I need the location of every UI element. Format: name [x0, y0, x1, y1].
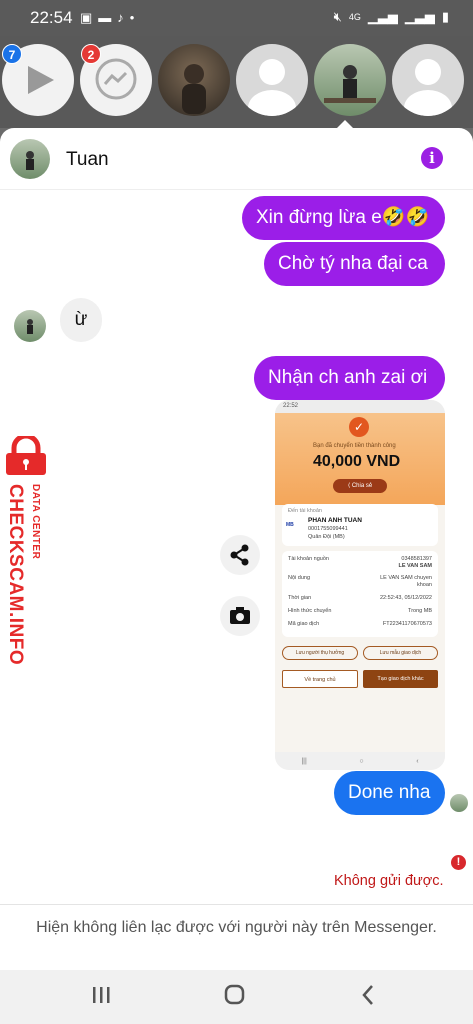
sent-message[interactable]: Chờ tý nha đại ca [264, 242, 445, 286]
chat-head-photo-contact[interactable] [158, 44, 230, 116]
received-message[interactable]: ừ [60, 298, 102, 342]
recipient-account: 0001755099441 [308, 526, 348, 532]
detail-row: Tài khoản nguồn 0348581397 [288, 556, 432, 562]
info-icon[interactable]: i [421, 147, 443, 169]
detail-row: LE VAN SAM [288, 563, 432, 569]
transfer-screenshot-image[interactable]: 22:52 ✓ Bạn đã chuyển tiền thành công 40… [275, 400, 445, 770]
system-nav-bar [0, 970, 473, 1024]
detail-value: FT22341170670573 [382, 621, 432, 627]
detail-label: Thời gian [288, 595, 312, 601]
home-button: Về trang chủ [282, 670, 358, 688]
sent-message[interactable]: Nhận ch anh zai ơi [254, 356, 445, 400]
message-icon: ▬ [98, 10, 112, 25]
chat-panel: Tuan i Xin đừng lừa e🤣🤣 Chờ tý nha đại c… [0, 128, 473, 970]
status-time: 22:54 [30, 8, 73, 27]
status-notification-icons: ▣ ▬ ♪ • [80, 10, 134, 26]
new-transaction-button: Tạo giao dịch khác [363, 670, 438, 688]
success-label: Bạn đã chuyển tiền thành công [313, 443, 396, 449]
tiktok-icon: ♪ [117, 10, 124, 25]
send-error-text[interactable]: Không gửi được. [334, 873, 444, 889]
detail-value: LE VAN SAM chuyen [380, 575, 432, 581]
mute-icon: 🔇︎ [333, 9, 342, 24]
recents-icon: ||| [301, 757, 307, 765]
camera-icon [230, 607, 250, 624]
contact-avatar-small [14, 310, 46, 342]
amount-text: 40,000 VND [313, 453, 401, 470]
recipient-name: PHAN ANH TUAN [308, 517, 362, 524]
dot-icon: • [129, 10, 135, 25]
home-icon[interactable] [224, 984, 245, 1005]
status-system-icons: 🔇︎ 4G ▁▃▅ ▁▃▅ ▮ [334, 9, 449, 25]
camera-button[interactable] [220, 596, 260, 636]
error-icon[interactable]: ! [451, 855, 466, 870]
share-icon [230, 544, 249, 566]
detail-value: 0348581397 [401, 556, 432, 562]
contact-photo-icon [182, 64, 206, 114]
watermark-secondary-text: DATA CENTER [30, 484, 41, 560]
detail-label: Tài khoản nguồn [288, 556, 329, 562]
detail-row: Hình thức chuyển Trong MB [288, 608, 432, 614]
detail-row: Mã giao dịch FT22341170670573 [288, 621, 432, 627]
save-template-button: Lưu mẫu giao dịch [363, 646, 438, 660]
detail-label: Hình thức chuyển [288, 608, 332, 614]
detail-label: Nội dung [288, 575, 311, 581]
battery-icon: ▮ [441, 9, 449, 24]
contact-photo-icon [26, 151, 34, 170]
transaction-details-card: Tài khoản nguồn 0348581397 LE VAN SAM Nội… [282, 551, 438, 637]
contact-avatar[interactable] [10, 139, 50, 179]
screenshot-share-label: Chia sẻ [351, 483, 373, 489]
contact-photo-icon [324, 65, 376, 103]
screenshot-nav-bar: ||| ○ ‹ [275, 752, 445, 770]
watermark: CHECKSCAM.INFO DATA CENTER [0, 436, 60, 666]
screenshot-success-banner: ✓ Bạn đã chuyển tiền thành công 40,000 V… [275, 413, 445, 505]
contact-photo-icon [27, 319, 33, 334]
save-recipient-button: Lưu người thụ hưởng [282, 646, 358, 660]
check-icon: ✓ [349, 417, 369, 437]
detail-row: khoan [288, 582, 432, 588]
default-avatar-icon [404, 59, 452, 116]
detail-value: 22:52:43, 05/12/2022 [380, 595, 432, 601]
chat-head-default-contact[interactable] [236, 44, 308, 116]
back-icon[interactable] [362, 985, 373, 1005]
back-icon: ‹ [416, 757, 419, 765]
to-account-label: Đến tài khoản [288, 508, 322, 514]
home-icon: ○ [359, 757, 364, 765]
screenshot-share-button: ⟨ Chia sẻ [333, 479, 387, 493]
unavailable-notice: Hiện không liên lạc được với người này t… [36, 919, 437, 936]
chat-head-active-contact[interactable] [314, 44, 386, 116]
footer-divider [0, 904, 473, 905]
read-receipt-avatar [450, 794, 468, 812]
contact-name[interactable]: Tuan [66, 149, 109, 171]
default-avatar-icon [248, 59, 296, 116]
bank-line: Quân Đội (MB) [308, 534, 345, 540]
chat-header: Tuan i [0, 128, 473, 190]
signal-icon: ▁▃▅ [367, 9, 398, 24]
screenshot-status-bar: 22:52 [275, 400, 445, 413]
unread-badge: 2 [81, 44, 101, 64]
lock-icon [6, 436, 46, 475]
detail-row: Thời gian 22:52:43, 05/12/2022 [288, 595, 432, 601]
detail-row: Nội dung LE VAN SAM chuyen [288, 575, 432, 581]
recents-icon[interactable] [93, 987, 110, 1003]
network-label: 4G [348, 12, 361, 22]
screenshot-time: 22:52 [283, 403, 299, 409]
signal2-icon: ▁▃▅ [404, 9, 435, 24]
watermark-primary-text: CHECKSCAM.INFO [5, 484, 26, 666]
status-bar: 22:54 ▣ ▬ ♪ • 🔇︎ 4G ▁▃▅ ▁▃▅ ▮ [0, 0, 473, 36]
chat-heads-row: 7 2 [0, 36, 473, 128]
image-icon: ▣ [80, 10, 93, 25]
detail-label: Mã giao dịch [288, 621, 320, 627]
detail-value: LE VAN SAM [398, 563, 432, 569]
bank-logo: MB [286, 522, 294, 528]
sent-message-failed[interactable]: Done nha [334, 771, 445, 815]
chat-head-default-contact[interactable] [392, 44, 464, 116]
recipient-card: Đến tài khoản MB PHAN ANH TUAN 000175509… [282, 504, 438, 546]
detail-value: Trong MB [408, 608, 432, 614]
sent-message[interactable]: Xin đừng lừa e🤣🤣 [242, 196, 445, 240]
detail-value: khoan [417, 582, 432, 588]
unread-badge: 7 [2, 44, 22, 64]
share-button[interactable] [220, 535, 260, 575]
system-nav-icons [93, 984, 373, 1005]
